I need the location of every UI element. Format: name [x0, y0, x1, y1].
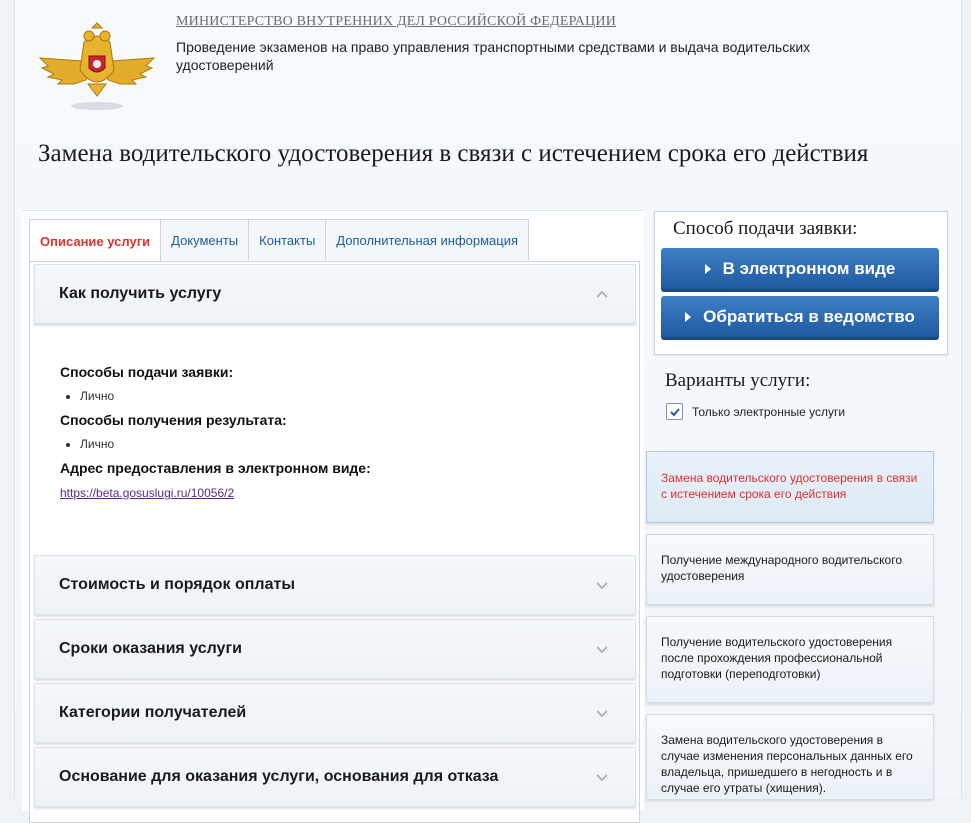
page-title: Замена водительского удостоверения в свя…	[38, 140, 869, 167]
accordion-how-to-get[interactable]: Как получить услугу	[34, 264, 636, 324]
accordion-title: Как получить услугу	[59, 285, 222, 302]
apply-office-button[interactable]: Обратиться в ведомство	[661, 296, 939, 340]
chevron-down-icon	[596, 582, 608, 590]
electronic-address-label: Адрес предоставления в электронном виде:	[60, 460, 371, 476]
arrow-right-icon	[685, 311, 692, 322]
accordion-title: Основание для оказания услуги, основания…	[59, 768, 499, 785]
apply-electronic-button[interactable]: В электронном виде	[661, 248, 939, 292]
tab-description[interactable]: Описание услуги	[29, 219, 162, 262]
result-method-item: Лично	[80, 432, 600, 456]
only-electronic-label: Только электронные услуги	[692, 404, 846, 419]
chevron-up-icon	[596, 290, 608, 298]
apply-method-title: Способ подачи заявки:	[673, 218, 858, 239]
tab-bar: Описание услуги Документы Контакты Допол…	[29, 219, 530, 262]
mvd-emblem-logo	[38, 22, 156, 110]
chevron-down-icon	[596, 710, 608, 718]
button-label: В электронном виде	[722, 258, 896, 278]
arrow-right-icon	[704, 263, 711, 274]
only-electronic-checkbox[interactable]	[666, 403, 683, 420]
service-variant-label: Замена водительского удостоверения в свя…	[661, 471, 918, 501]
tab-documents[interactable]: Документы	[160, 219, 250, 260]
button-label: Обратиться в ведомство	[703, 306, 915, 326]
tab-content: Как получить услугу Способы подачи заявк…	[29, 261, 640, 823]
accordion-grounds[interactable]: Основание для оказания услуги, основания…	[34, 747, 636, 807]
checkmark-icon	[669, 407, 680, 416]
service-variants-title: Варианты услуги:	[665, 370, 811, 391]
service-variant-label: Получение международного водительского у…	[661, 553, 903, 583]
service-variant-label: Получение водительского удостоверения по…	[661, 635, 893, 681]
department-subtitle: Проведение экзаменов на право управления…	[176, 39, 811, 73]
accordion-title: Категории получателей	[59, 704, 247, 721]
service-variant-card[interactable]: Получение водительского удостоверения по…	[646, 616, 934, 703]
accordion-title: Сроки оказания услуги	[59, 640, 242, 657]
accordion-how-to-get-body: Способы подачи заявки: Лично Способы пол…	[60, 364, 600, 502]
accordion-title: Стоимость и порядок оплаты	[59, 576, 295, 593]
only-electronic-filter[interactable]: Только электронные услуги	[666, 403, 845, 420]
service-variant-label: Замена водительского удостоверения в слу…	[661, 733, 913, 795]
result-methods-label: Способы получения результата:	[60, 412, 287, 428]
electronic-address-link[interactable]: https://beta.gosuslugi.ru/10056/2	[60, 486, 234, 500]
accordion-recipients[interactable]: Категории получателей	[34, 683, 636, 743]
tab-additional-info[interactable]: Дополнительная информация	[325, 219, 530, 260]
tab-contacts[interactable]: Контакты	[248, 219, 327, 260]
service-description-panel: Описание услуги Документы Контакты Допол…	[22, 210, 644, 823]
chevron-down-icon	[596, 774, 608, 782]
service-variant-card[interactable]: Замена водительского удостоверения в слу…	[646, 714, 934, 799]
apply-method-box: Способ подачи заявки: В электронном виде…	[654, 211, 948, 355]
service-variant-card[interactable]: Получение международного водительского у…	[646, 534, 934, 605]
submit-methods-label: Способы подачи заявки:	[60, 364, 234, 380]
ministry-link[interactable]: МИНИСТЕРСТВО ВНУТРЕННИХ ДЕЛ РОССИЙСКОЙ Ф…	[176, 14, 616, 30]
accordion-cost[interactable]: Стоимость и порядок оплаты	[34, 555, 636, 615]
submit-method-item: Лично	[80, 384, 600, 408]
chevron-down-icon	[596, 646, 608, 654]
accordion-terms[interactable]: Сроки оказания услуги	[34, 619, 636, 679]
service-variant-card-active[interactable]: Замена водительского удостоверения в свя…	[646, 451, 934, 523]
